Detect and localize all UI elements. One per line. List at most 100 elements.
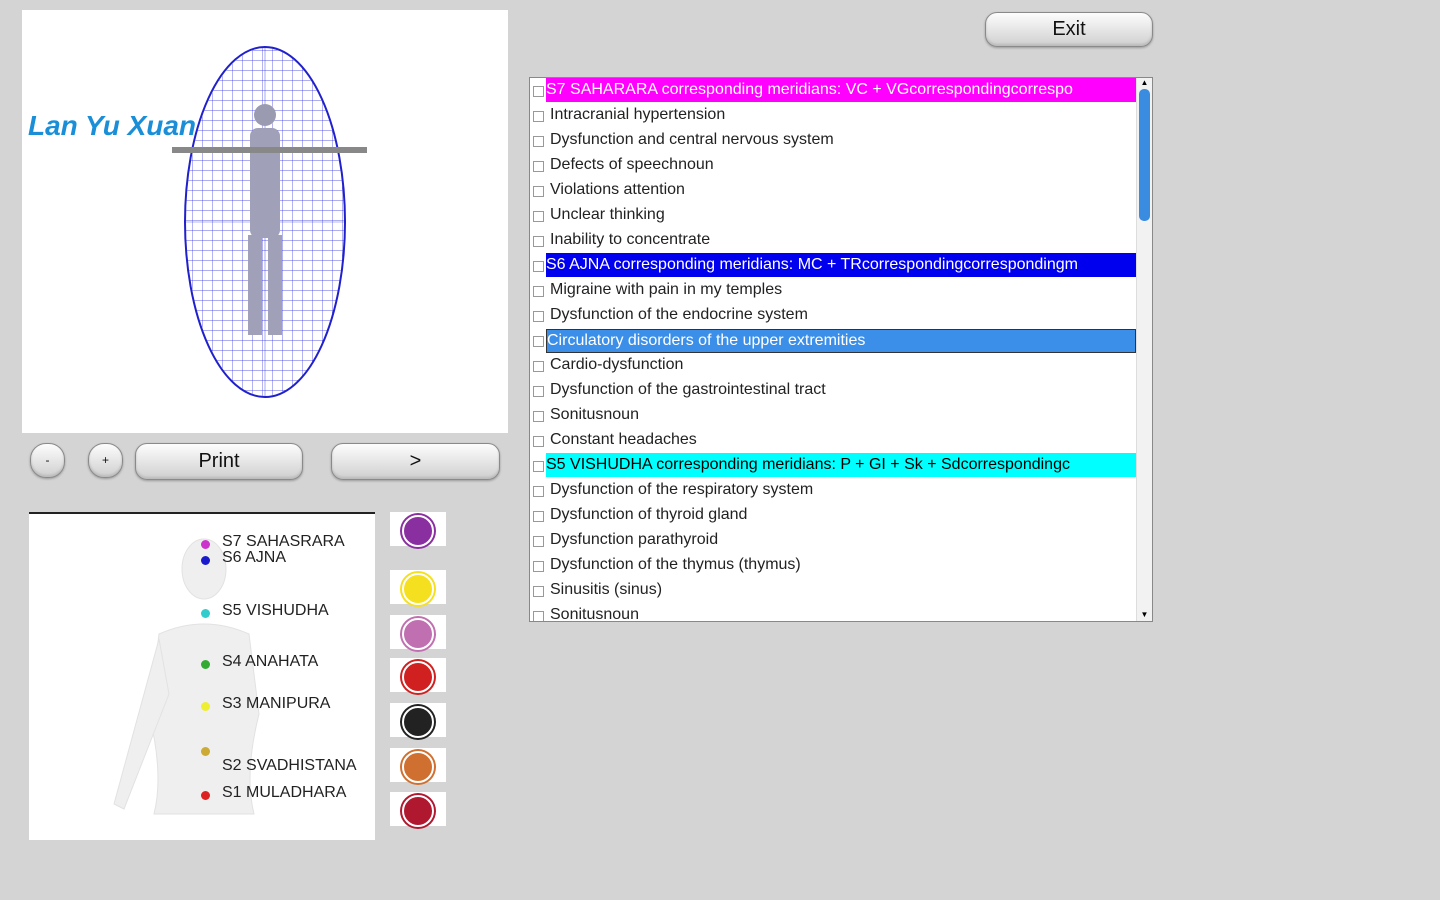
list-item[interactable]: Cardio-dysfunction	[530, 353, 1136, 378]
chakra-point-marker	[201, 747, 210, 756]
chakra-point-marker	[201, 791, 210, 800]
body-wireframe-image	[172, 46, 367, 398]
list-item[interactable]: Intracranial hypertension	[530, 103, 1136, 128]
item-checkbox[interactable]	[533, 236, 544, 247]
vishuddha-chakra-icon[interactable]	[390, 570, 446, 605]
chakra-point-marker	[201, 702, 210, 711]
item-checkbox[interactable]	[533, 161, 544, 172]
list-group-header[interactable]: S7 SAHARARA corresponding meridians: VC …	[530, 78, 1136, 103]
item-checkbox[interactable]	[533, 336, 544, 347]
chakra-label: S3 MANIPURA	[222, 695, 331, 712]
list-item[interactable]: Sonitusnoun	[530, 603, 1136, 622]
list-item-label: Dysfunction of the gastrointestinal trac…	[550, 381, 826, 398]
list-item[interactable]: Constant headaches	[530, 428, 1136, 453]
item-checkbox[interactable]	[533, 261, 544, 272]
scroll-up-arrow-icon[interactable]: ▲	[1137, 78, 1152, 87]
item-checkbox[interactable]	[533, 561, 544, 572]
list-item-label: Circulatory disorders of the upper extre…	[546, 329, 1136, 353]
chakra-point-marker	[201, 556, 210, 565]
chakra-label: S1 MULADHARA	[222, 784, 347, 801]
list-item[interactable]: Dysfunction of the respiratory system	[530, 478, 1136, 503]
chakra-label: S5 VISHUDHA	[222, 602, 329, 619]
symptom-list[interactable]: S7 SAHARARA corresponding meridians: VC …	[529, 77, 1153, 622]
list-item[interactable]: Sinusitis (sinus)	[530, 578, 1136, 603]
item-checkbox[interactable]	[533, 211, 544, 222]
zoom-out-button[interactable]: -	[30, 443, 65, 478]
chakra-label: S2 SVADHISTANA	[222, 757, 357, 774]
list-item-label: Cardio-dysfunction	[550, 356, 684, 373]
chakra-point-marker	[201, 540, 210, 549]
logo-watermark: Lan Yu Xuan	[28, 110, 197, 141]
manipura-chakra-icon[interactable]	[390, 658, 446, 693]
list-item-label: Dysfunction parathyroid	[550, 531, 719, 548]
list-item-label: Unclear thinking	[550, 206, 665, 223]
item-checkbox[interactable]	[533, 611, 544, 621]
list-item-label: Dysfunction of the endocrine system	[550, 306, 808, 323]
list-item[interactable]: Dysfunction of the gastrointestinal trac…	[530, 378, 1136, 403]
list-item[interactable]: Dysfunction parathyroid	[530, 528, 1136, 553]
item-checkbox[interactable]	[533, 486, 544, 497]
chakra-body-map: S7 SAHASRARA S6 AJNA S5 VISHUDHA S4 ANAHATA…	[29, 512, 375, 840]
list-item-label: Sinusitis (sinus)	[550, 581, 663, 598]
ajna-chakra-icon[interactable]	[390, 748, 446, 783]
list-item[interactable]: Circulatory disorders of the upper extre…	[530, 328, 1136, 353]
list-item[interactable]: Dysfunction of the endocrine system	[530, 303, 1136, 328]
item-checkbox[interactable]	[533, 311, 544, 322]
list-item-label: Violations attention	[550, 181, 685, 198]
item-checkbox[interactable]	[533, 536, 544, 547]
item-checkbox[interactable]	[533, 186, 544, 197]
zoom-in-button[interactable]: +	[88, 443, 123, 478]
svadhisthana-chakra-icon[interactable]	[390, 703, 446, 738]
scroll-down-arrow-icon[interactable]: ▼	[1137, 610, 1152, 619]
item-checkbox[interactable]	[533, 586, 544, 597]
item-checkbox[interactable]	[533, 111, 544, 122]
item-checkbox[interactable]	[533, 136, 544, 147]
list-item[interactable]: Migraine with pain in my temples	[530, 278, 1136, 303]
list-group-header[interactable]: S5 VISHUDHA corresponding meridians: P +…	[530, 453, 1136, 478]
exit-button[interactable]: Exit	[985, 12, 1153, 47]
anahata-chakra-icon[interactable]	[390, 615, 446, 650]
sahasrara-chakra-icon[interactable]	[390, 512, 446, 547]
list-item-label: Migraine with pain in my temples	[550, 281, 783, 298]
list-item[interactable]: Unclear thinking	[530, 203, 1136, 228]
chakra-label: S4 ANAHATA	[222, 653, 319, 670]
list-item-label: S6 AJNA corresponding meridians: MC + TR…	[546, 253, 1136, 277]
list-item-label: Dysfunction and central nervous system	[550, 131, 834, 148]
list-item-label: Intracranial hypertension	[550, 106, 726, 123]
list-item[interactable]: Sonitusnoun	[530, 403, 1136, 428]
list-item-label: Sonitusnoun	[550, 606, 639, 622]
muladhara-chakra-icon[interactable]	[390, 792, 446, 827]
item-checkbox[interactable]	[533, 86, 544, 97]
list-item[interactable]: Violations attention	[530, 178, 1136, 203]
item-checkbox[interactable]	[533, 361, 544, 372]
list-item-label: Sonitusnoun	[550, 406, 639, 423]
body-3d-viewer[interactable]: Lan Yu Xuan	[22, 10, 508, 433]
item-checkbox[interactable]	[533, 386, 544, 397]
item-checkbox[interactable]	[533, 436, 544, 447]
list-group-header[interactable]: S6 AJNA corresponding meridians: MC + TR…	[530, 253, 1136, 278]
list-item[interactable]: Dysfunction of thyroid gland	[530, 503, 1136, 528]
list-item[interactable]: Defects of speechnoun	[530, 153, 1136, 178]
print-button[interactable]: Print	[135, 443, 303, 480]
next-button[interactable]: >	[331, 443, 500, 480]
chakra-point-marker	[201, 660, 210, 669]
list-item[interactable]: Dysfunction of the thymus (thymus)	[530, 553, 1136, 578]
list-item-label: Dysfunction of the respiratory system	[550, 481, 814, 498]
item-checkbox[interactable]	[533, 411, 544, 422]
list-item-label: Constant headaches	[550, 431, 697, 448]
scrollbar[interactable]: ▲ ▼	[1136, 78, 1152, 621]
item-checkbox[interactable]	[533, 461, 544, 472]
scrollbar-thumb[interactable]	[1139, 89, 1150, 221]
list-item-label: Dysfunction of the thymus (thymus)	[550, 556, 801, 573]
item-checkbox[interactable]	[533, 511, 544, 522]
list-item-label: Dysfunction of thyroid gland	[550, 506, 748, 523]
list-item-label: S5 VISHUDHA corresponding meridians: P +…	[546, 453, 1136, 477]
list-item-label: Defects of speechnoun	[550, 156, 714, 173]
list-item-label: S7 SAHARARA corresponding meridians: VC …	[546, 78, 1136, 102]
list-item-label: Inability to concentrate	[550, 231, 711, 248]
item-checkbox[interactable]	[533, 286, 544, 297]
chakra-point-marker	[201, 609, 210, 618]
chakra-label: S6 AJNA	[222, 549, 287, 566]
list-item[interactable]: Inability to concentrate	[530, 228, 1136, 253]
list-item[interactable]: Dysfunction and central nervous system	[530, 128, 1136, 153]
